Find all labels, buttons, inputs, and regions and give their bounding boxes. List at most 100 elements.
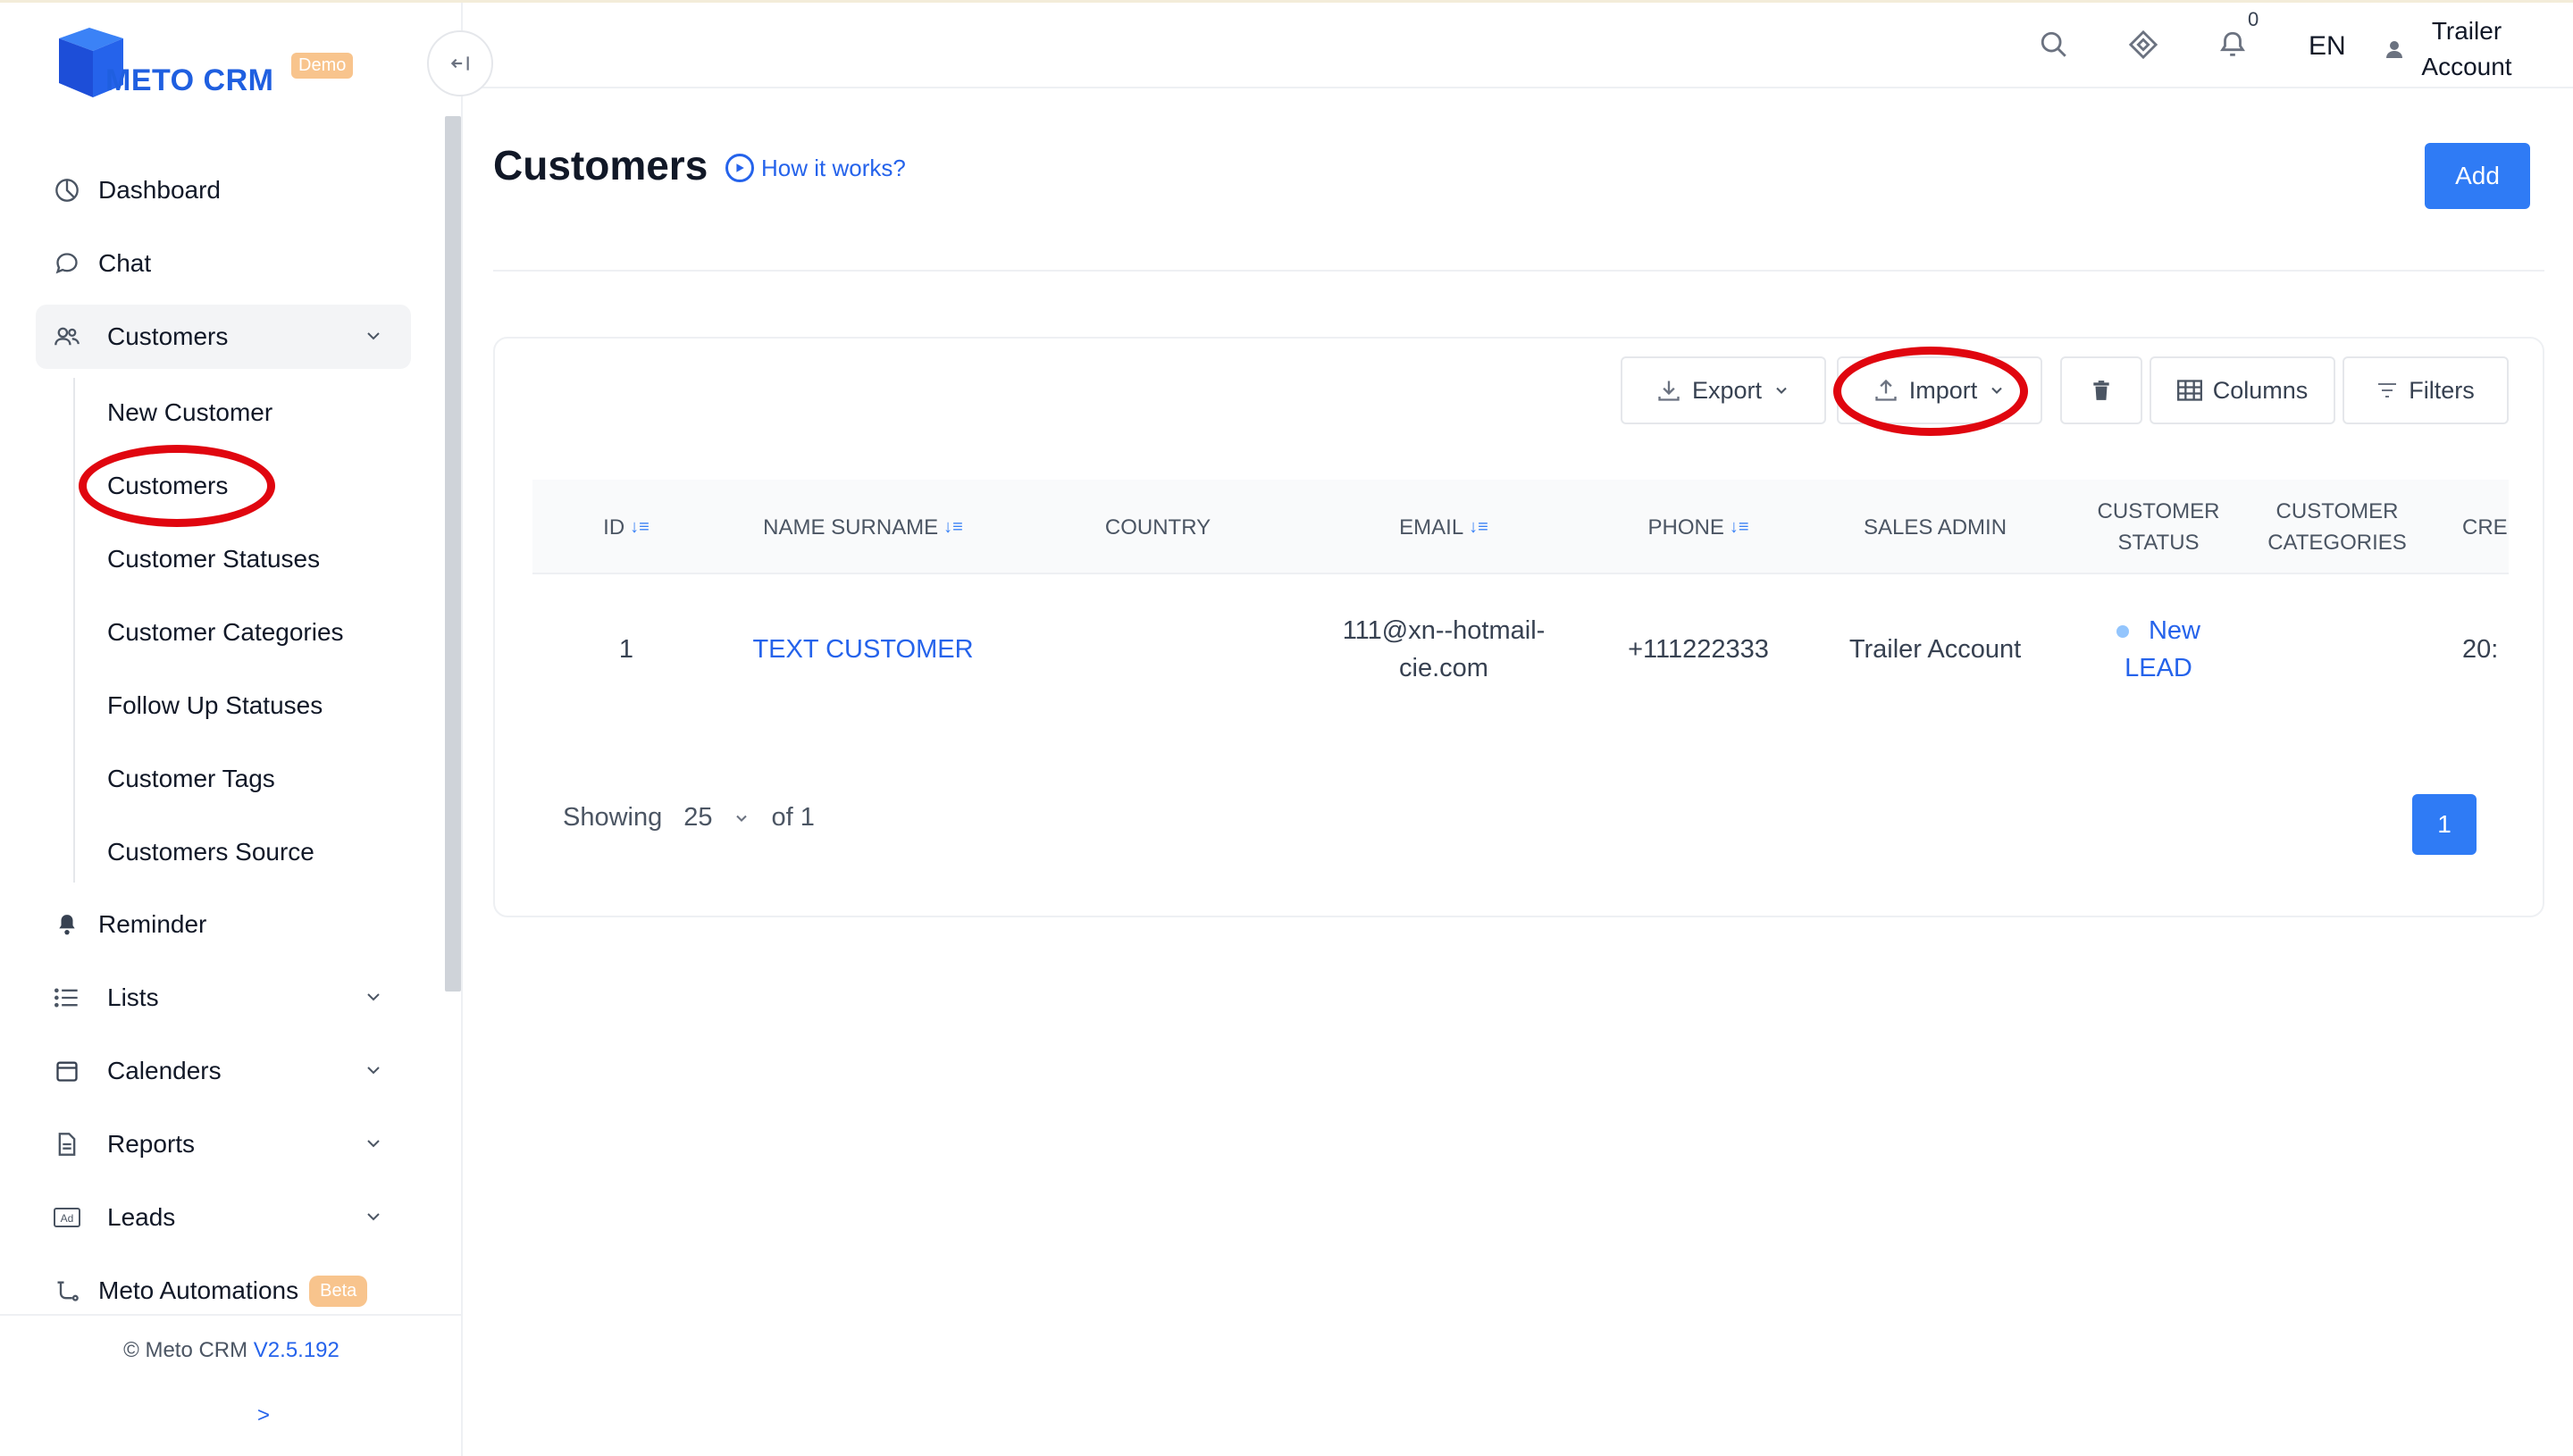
sidebar-item-chat[interactable]: Chat [36, 231, 411, 296]
notification-bell-icon[interactable] [2217, 29, 2248, 64]
cell-sales-admin: Trailer Account [1848, 635, 2022, 664]
page-button-current[interactable]: 1 [2412, 794, 2477, 855]
calendar-icon [36, 1059, 98, 1084]
chevron-down-icon [1991, 387, 2003, 394]
column-header-label: ID [603, 515, 625, 540]
submenu-item-customer-statuses[interactable]: Customer Statuses [107, 537, 320, 582]
column-header-customer-categories[interactable]: CUSTOMER CATEGORIES [2248, 480, 2426, 574]
chevron-down-icon [363, 1205, 384, 1234]
export-button[interactable]: Export [1621, 356, 1826, 424]
submenu-item-follow-up-statuses[interactable]: Follow Up Statuses [107, 683, 323, 728]
column-header-sales-admin[interactable]: SALES ADMIN [1819, 480, 2051, 574]
column-header-email[interactable]: EMAIL ↓≡ [1319, 480, 1569, 574]
chevron-up-icon [363, 324, 384, 353]
import-label: Import [1908, 376, 1978, 404]
filter-icon [2378, 383, 2397, 397]
ad-icon: Ad [36, 1207, 98, 1228]
cell-created: 20: [2462, 635, 2499, 664]
column-header-label-line2: CATEGORIES [2267, 531, 2407, 555]
how-it-works-link[interactable]: How it works? [725, 154, 906, 182]
sidebar-item-calenders[interactable]: Calenders [36, 1039, 411, 1103]
column-header-label: COUNTRY [1104, 515, 1211, 540]
submenu-item-customer-tags[interactable]: Customer Tags [107, 757, 275, 801]
import-button[interactable]: Import [1837, 356, 2042, 424]
page-size-value: 25 [683, 803, 713, 832]
cell-email-line2: cie.com [1399, 654, 1488, 682]
submenu-item-customers-source[interactable]: Customers Source [107, 830, 314, 874]
customer-name-link[interactable]: TEXT CUSTOMER [738, 574, 988, 724]
collapse-sidebar-button[interactable] [427, 30, 493, 96]
flow-icon [36, 1278, 98, 1303]
bell-icon [36, 912, 98, 937]
submenu-item-customers[interactable]: Customers [107, 464, 228, 508]
play-icon [725, 154, 754, 182]
demo-badge: Demo [291, 53, 354, 79]
document-icon [36, 1132, 98, 1157]
collapse-left-icon [450, 56, 469, 71]
column-header-phone[interactable]: PHONE ↓≡ [1587, 480, 1810, 574]
submenu-item-customer-categories[interactable]: Customer Categories [107, 610, 344, 655]
expand-sidebar-button[interactable]: > [257, 1403, 270, 1428]
sidebar-item-label: Reminder [98, 910, 207, 938]
sidebar-item-label: Customers [107, 322, 229, 350]
column-header-label: SALES ADMIN [1863, 515, 2007, 540]
sidebar-item-reminder[interactable]: Reminder [36, 892, 411, 957]
status-dot [2116, 625, 2129, 639]
language-selector[interactable]: EN [2309, 31, 2346, 62]
upload-icon [1875, 379, 1897, 401]
filters-button[interactable]: Filters [2343, 356, 2509, 424]
table-header: ID ↓≡ NAME SURNAME ↓≡ COUNTRY EMAIL ↓≡ PHON… [532, 480, 2509, 574]
pie-chart-icon [36, 178, 98, 203]
total-pages-label: of 1 [771, 803, 815, 832]
submenu-line [73, 378, 75, 883]
sidebar-scrollbar[interactable] [445, 116, 461, 992]
sidebar-item-reports[interactable]: Reports [36, 1112, 411, 1176]
column-header-label: EMAIL [1399, 515, 1464, 540]
column-header-id[interactable]: ID ↓≡ [586, 480, 666, 574]
sort-icon: ↓≡ [1469, 516, 1488, 537]
copyright: © Meto CRM V2.5.192 [0, 1338, 463, 1363]
sidebar-item-dashboard[interactable]: Dashboard [36, 158, 411, 222]
column-header-label: PHONE [1647, 515, 1724, 540]
users-icon [36, 324, 98, 349]
sort-icon: ↓≡ [1729, 516, 1749, 537]
sidebar-item-label: Reports [107, 1130, 196, 1158]
user-menu[interactable]: Trailer Account [2384, 13, 2516, 85]
add-button[interactable]: Add [2425, 143, 2530, 209]
sidebar-footer-divider [0, 1314, 461, 1316]
top-header: 0 EN Trailer Account [463, 3, 2573, 88]
page-title: Customers [493, 142, 708, 188]
header-divider [493, 270, 2544, 272]
diamond-icon[interactable] [2128, 29, 2158, 64]
column-header-name[interactable]: NAME SURNAME ↓≡ [738, 480, 988, 574]
column-header-label-line2: STATUS [2117, 531, 2200, 555]
column-header-customer-status[interactable]: CUSTOMER STATUS [2069, 480, 2248, 574]
chevron-down-icon [1776, 387, 1787, 394]
logo[interactable]: METO CRM Demo [50, 26, 372, 101]
cell-email: 111@xn--hotmail- cie.com [1319, 574, 1569, 724]
columns-button[interactable]: Columns [2150, 356, 2335, 424]
column-header-label: CRE [2462, 515, 2508, 540]
user-name: Trailer Account [2418, 13, 2516, 85]
cell-phone: +111222333 [1628, 635, 1769, 664]
sidebar-item-customers[interactable]: Customers [36, 305, 411, 369]
sidebar-item-leads[interactable]: Ad Leads [36, 1185, 411, 1250]
sidebar-item-lists[interactable]: Lists [36, 966, 411, 1030]
filters-label: Filters [2409, 376, 2475, 404]
user-icon [2386, 41, 2402, 58]
search-icon[interactable] [2039, 29, 2069, 64]
submenu-item-new-customer[interactable]: New Customer [107, 390, 272, 435]
user-name-line1: Trailer [2431, 17, 2502, 45]
cell-customer-status[interactable]: New LEAD [2069, 574, 2248, 724]
column-header-created[interactable]: CRE [2462, 480, 2509, 574]
chevron-down-icon [363, 1132, 384, 1160]
version-link[interactable]: V2.5.192 [254, 1338, 339, 1362]
showing-label: Showing [563, 803, 663, 832]
page-size-select[interactable]: 25 [683, 803, 750, 833]
delete-button[interactable] [2060, 356, 2142, 424]
sort-icon: ↓≡ [943, 516, 963, 537]
sidebar-item-label: Leads [107, 1203, 176, 1231]
customers-table-card: Export Import Columns Filters ID ↓≡ NAME … [493, 337, 2544, 917]
column-header-country[interactable]: COUNTRY [1069, 480, 1247, 574]
list-icon [36, 987, 98, 1008]
